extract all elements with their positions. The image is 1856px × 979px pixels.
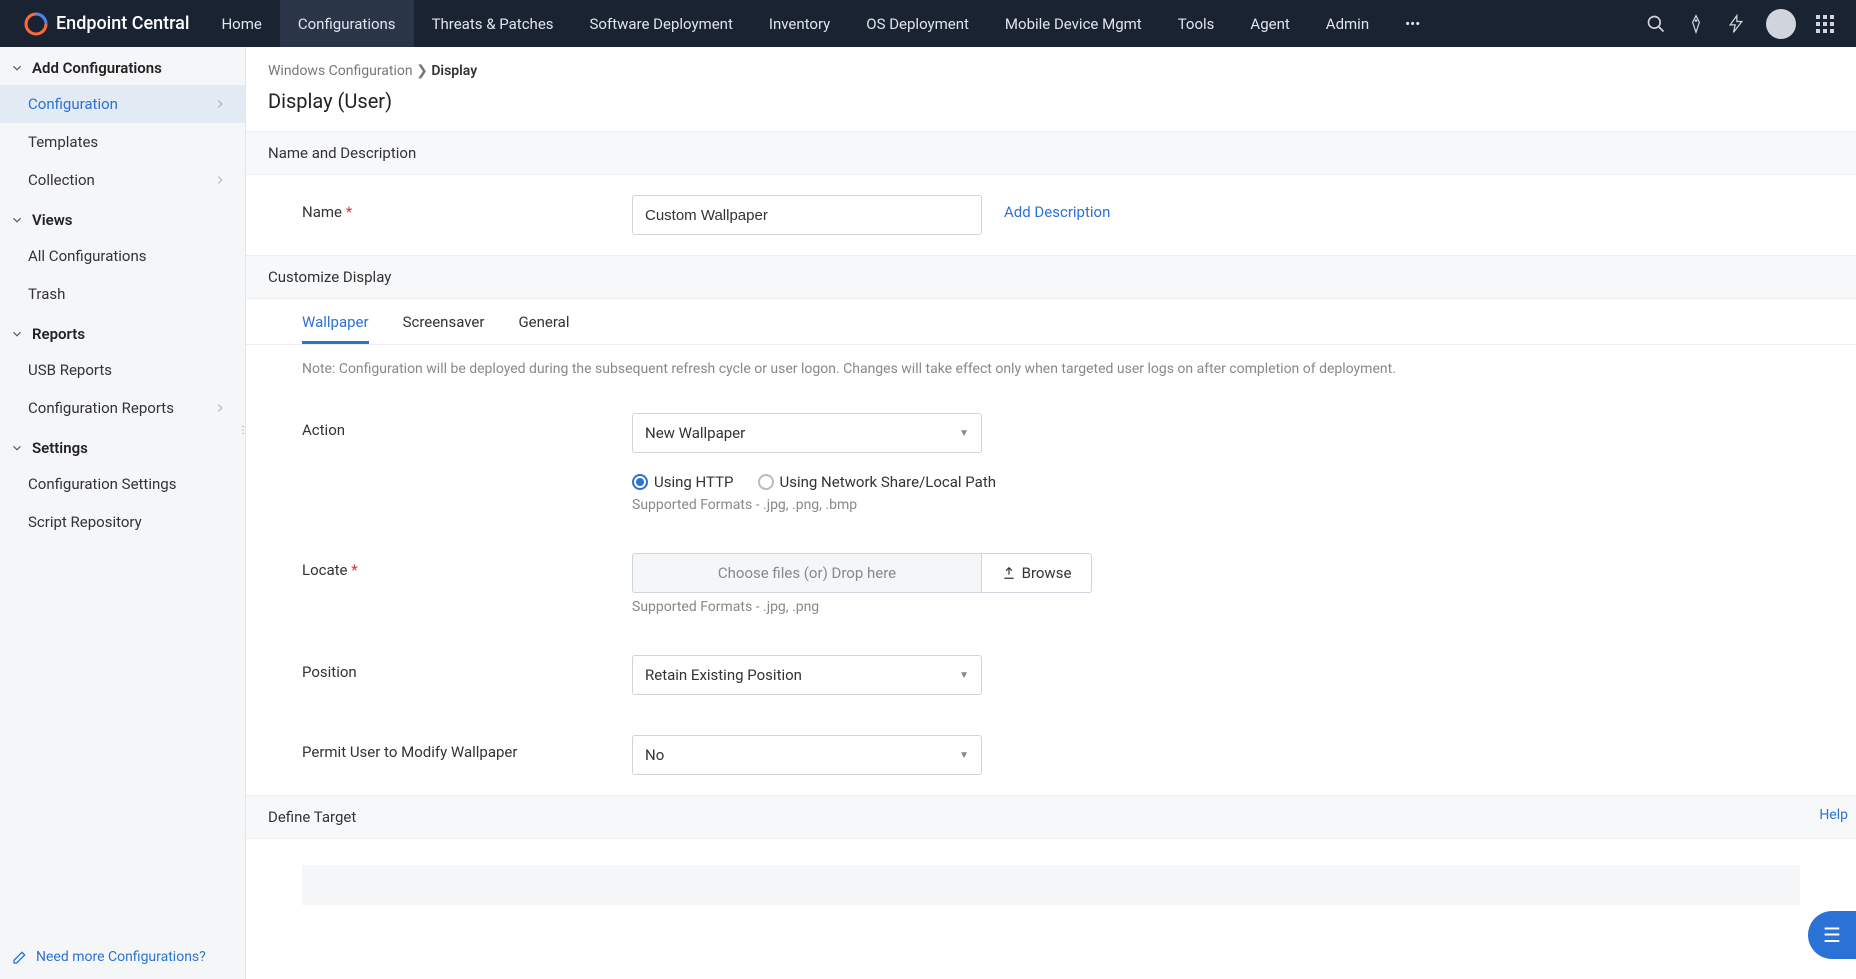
main-content: Windows Configuration ❯ Display Display … [246,47,1856,979]
search-icon[interactable] [1646,14,1666,34]
chevron-right-icon [213,173,227,187]
sidebar-item-trash[interactable]: Trash [0,275,245,313]
breadcrumb: Windows Configuration ❯ Display [246,47,1856,83]
edit-icon [12,949,28,965]
chevron-right-icon [213,401,227,415]
sidebar-item-all-configurations[interactable]: All Configurations [0,237,245,275]
chevron-down-icon [10,213,24,227]
sidebar-group-add-configurations[interactable]: Add Configurations [0,47,245,85]
display-tabs: Wallpaper Screensaver General [246,299,1856,345]
name-input[interactable] [632,195,982,235]
sidebar-item-collection[interactable]: Collection [0,161,245,199]
define-target-placeholder [302,865,1800,905]
radio-using-network-share-local-path[interactable]: Using Network Share/Local Path [758,473,996,491]
sidebar-group-settings[interactable]: Settings [0,427,245,465]
header-actions [1646,9,1846,39]
chevron-down-icon [10,327,24,341]
need-more-configs-text: Need more Configurations? [36,949,206,965]
section-customize-display: Customize Display [246,255,1856,299]
sidebar-item-configuration-settings[interactable]: Configuration Settings [0,465,245,503]
tab-wallpaper[interactable]: Wallpaper [302,313,369,344]
nav-more[interactable]: ••• [1387,15,1438,33]
method-support-text: Supported Formats - .jpg, .png, .bmp [632,497,996,513]
nav-mobile-device-mgmt[interactable]: Mobile Device Mgmt [987,0,1160,47]
position-label: Position [302,655,622,681]
chat-fab[interactable]: ☰ [1808,911,1856,959]
chevron-down-icon: ▼ [959,428,969,439]
chevron-down-icon [10,441,24,455]
chevron-down-icon [10,61,24,75]
tab-general[interactable]: General [518,313,569,344]
permit-modify-label: Permit User to Modify Wallpaper [302,735,622,761]
add-description-link[interactable]: Add Description [1004,195,1110,221]
top-header: Endpoint Central HomeConfigurationsThrea… [0,0,1856,47]
nav-software-deployment[interactable]: Software Deployment [572,0,751,47]
sidebar-item-templates[interactable]: Templates [0,123,245,161]
permit-modify-select[interactable]: No▼ [632,735,982,775]
locate-label: Locate * [302,553,622,579]
breadcrumb-parent[interactable]: Windows Configuration [268,63,413,79]
radio-dot-icon [758,474,774,490]
chevron-down-icon: ▼ [959,670,969,681]
locate-support-text: Supported Formats - .jpg, .png [632,599,1092,615]
method-radio-group: Using HTTP Using Network Share/Local Path [632,473,996,491]
sidebar: Add ConfigurationsConfigurationTemplates… [0,47,246,979]
breadcrumb-current: Display [431,63,477,79]
apps-grid-icon[interactable] [1816,15,1834,33]
page-title: Display (User) [246,83,1856,131]
sidebar-item-configuration[interactable]: Configuration [0,85,245,123]
nav-os-deployment[interactable]: OS Deployment [848,0,987,47]
nav-tools[interactable]: Tools [1160,0,1233,47]
primary-nav: HomeConfigurationsThreats & PatchesSoftw… [203,0,1387,47]
nav-inventory[interactable]: Inventory [751,0,848,47]
nav-admin[interactable]: Admin [1308,0,1387,47]
brand-logo[interactable]: Endpoint Central [10,12,203,36]
section-name-description: Name and Description [246,131,1856,175]
name-label: Name * [302,195,622,221]
chevron-down-icon: ▼ [959,750,969,761]
tab-screensaver[interactable]: Screensaver [403,313,485,344]
sidebar-group-views[interactable]: Views [0,199,245,237]
position-select[interactable]: Retain Existing Position▼ [632,655,982,695]
rocket-icon[interactable] [1686,14,1706,34]
deployment-note: Note: Configuration will be deployed dur… [246,345,1856,393]
sidebar-item-usb-reports[interactable]: USB Reports [0,351,245,389]
need-more-configs-link[interactable]: Need more Configurations? [12,949,206,965]
browse-button[interactable]: Browse [982,553,1092,593]
sidebar-item-script-repository[interactable]: Script Repository [0,503,245,541]
user-avatar[interactable] [1766,9,1796,39]
section-define-target: Define Target [246,795,1856,839]
nav-configurations[interactable]: Configurations [280,0,414,47]
chat-icon: ☰ [1823,923,1841,947]
nav-agent[interactable]: Agent [1232,0,1307,47]
action-select[interactable]: New Wallpaper▼ [632,413,982,453]
endpoint-central-logo-icon [24,12,48,36]
nav-home[interactable]: Home [203,0,279,47]
brand-name: Endpoint Central [56,13,189,34]
help-link[interactable]: Help [1819,807,1848,823]
file-drop-zone[interactable]: Choose files (or) Drop here [632,553,982,593]
sidebar-item-configuration-reports[interactable]: Configuration Reports [0,389,245,427]
upload-icon [1002,566,1016,580]
nav-threats-patches[interactable]: Threats & Patches [414,0,572,47]
action-label: Action [302,413,622,439]
radio-using-http[interactable]: Using HTTP [632,473,734,491]
sidebar-group-reports[interactable]: Reports [0,313,245,351]
lightning-icon[interactable] [1726,14,1746,34]
chevron-right-icon [213,97,227,111]
radio-dot-icon [632,474,648,490]
